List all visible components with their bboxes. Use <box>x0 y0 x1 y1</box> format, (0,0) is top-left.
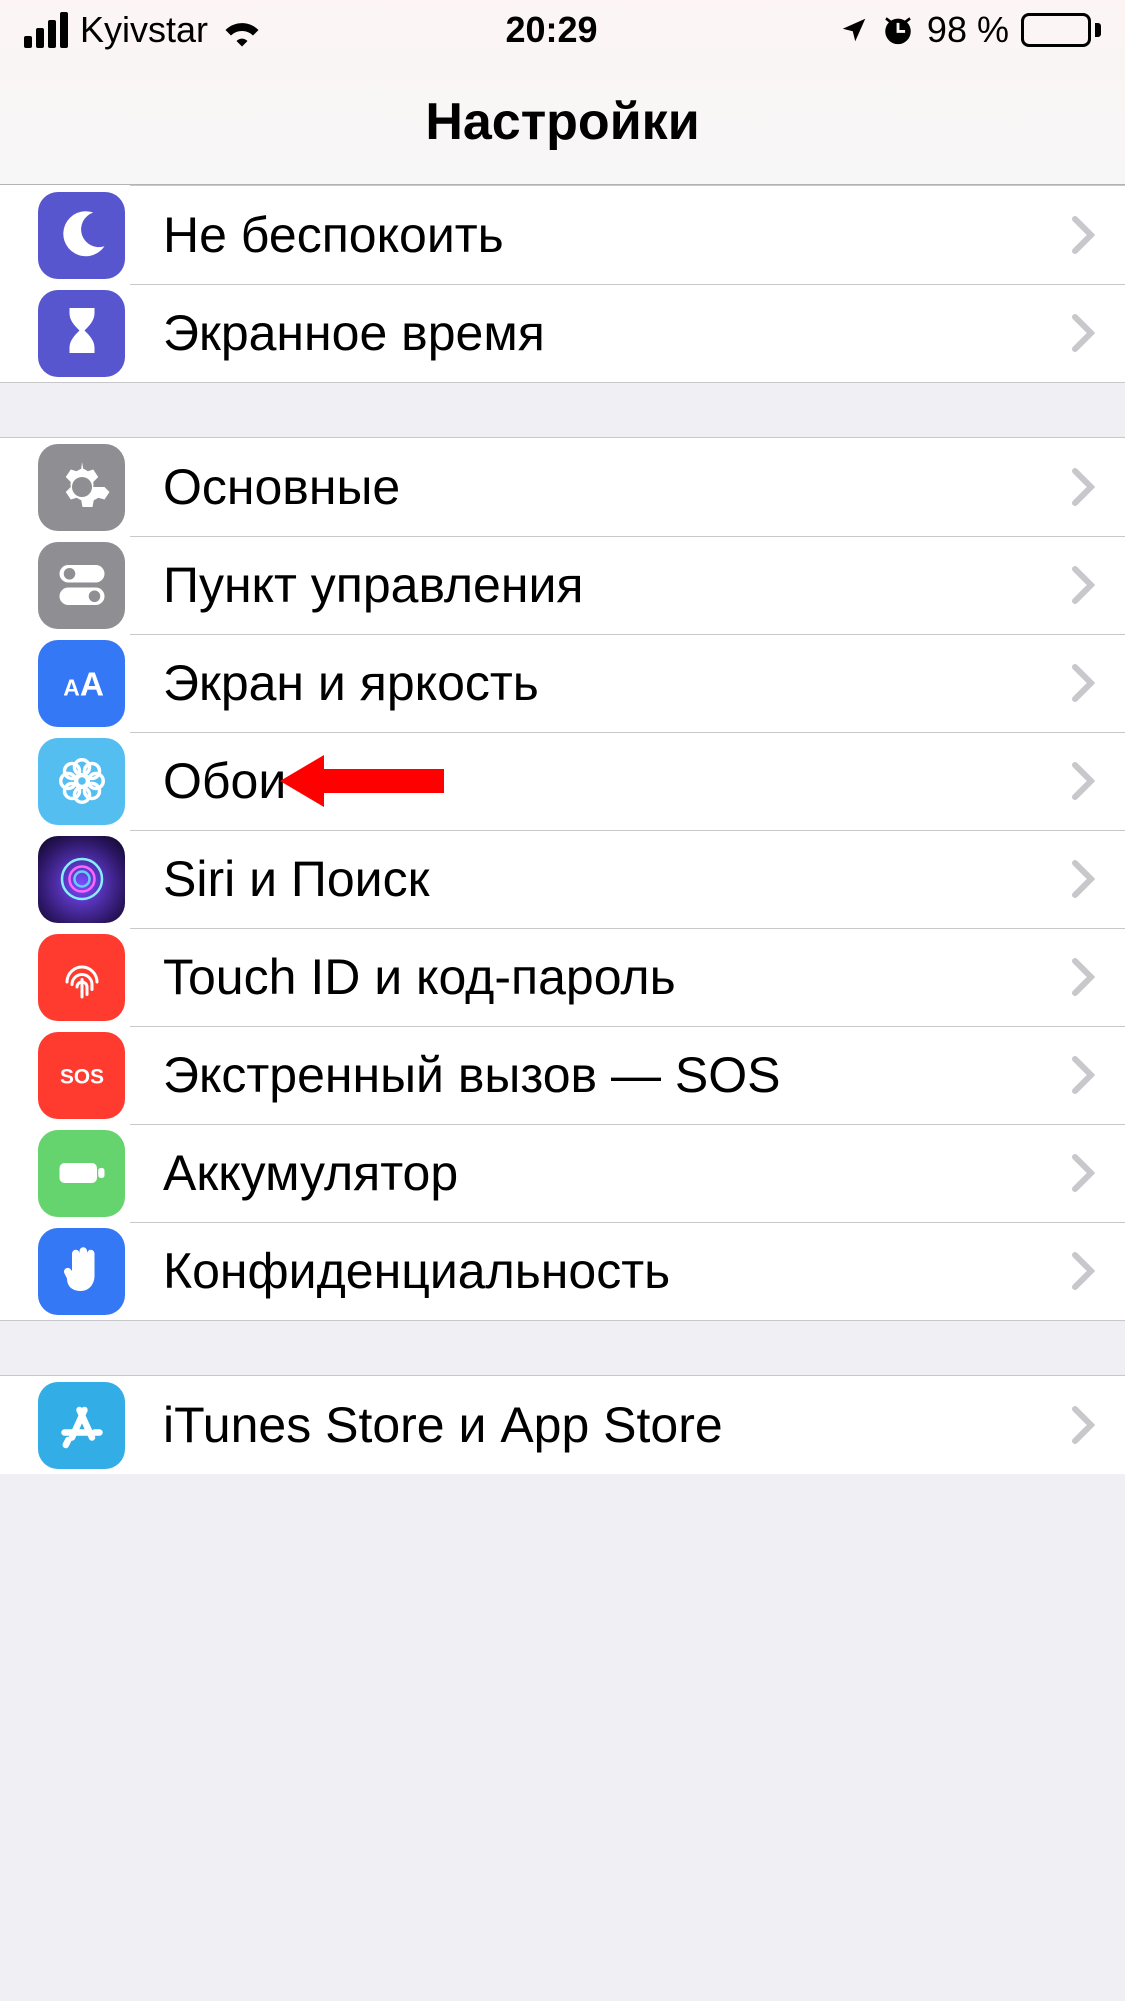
sos-icon: SOS <box>38 1032 125 1119</box>
alarm-icon <box>881 13 915 47</box>
battery-icon <box>38 1130 125 1217</box>
status-time: 20:29 <box>505 9 597 51</box>
battery-icon <box>1021 13 1101 47</box>
row-label: iTunes Store и App Store <box>163 1396 1041 1454</box>
battery-percent: 98 % <box>927 9 1009 51</box>
row-label: Экранное время <box>163 304 1041 362</box>
row-general[interactable]: Основные <box>0 438 1125 536</box>
chevron-right-icon <box>1041 957 1125 997</box>
chevron-right-icon <box>1041 1405 1125 1445</box>
wifi-icon <box>220 13 264 47</box>
chevron-right-icon <box>1041 1153 1125 1193</box>
row-label: Аккумулятор <box>163 1144 1041 1202</box>
carrier-name: Kyivstar <box>80 9 208 51</box>
chevron-right-icon <box>1041 565 1125 605</box>
chevron-right-icon <box>1041 467 1125 507</box>
row-label: Не беспокоить <box>163 206 1041 264</box>
row-battery[interactable]: Аккумулятор <box>0 1124 1125 1222</box>
moon-icon <box>38 192 125 279</box>
status-bar: Kyivstar 20:29 98 % <box>0 0 1125 60</box>
chevron-right-icon <box>1041 1055 1125 1095</box>
svg-text:A: A <box>63 675 80 701</box>
chevron-right-icon <box>1041 663 1125 703</box>
row-control-center[interactable]: Пункт управления <box>0 536 1125 634</box>
chevron-right-icon <box>1041 859 1125 899</box>
toggles-icon <box>38 542 125 629</box>
row-label: Экран и яркость <box>163 654 1041 712</box>
row-emergency-sos[interactable]: SOS Экстренный вызов — SOS <box>0 1026 1125 1124</box>
row-screen-time[interactable]: Экранное время <box>0 284 1125 382</box>
row-label: Основные <box>163 458 1041 516</box>
flower-icon <box>38 738 125 825</box>
row-siri-search[interactable]: Siri и Поиск <box>0 830 1125 928</box>
status-left: Kyivstar <box>24 9 264 51</box>
chevron-right-icon <box>1041 761 1125 801</box>
settings-group-2: Основные Пункт управления AA Экран и ярк… <box>0 437 1125 1321</box>
row-display-brightness[interactable]: AA Экран и яркость <box>0 634 1125 732</box>
row-label: Экстренный вызов — SOS <box>163 1046 1041 1104</box>
app-store-icon <box>38 1382 125 1469</box>
settings-group-1: Не беспокоить Экранное время <box>0 185 1125 383</box>
cellular-signal-icon <box>24 12 68 48</box>
hourglass-icon <box>38 290 125 377</box>
row-wallpaper[interactable]: Обои <box>0 732 1125 830</box>
chevron-right-icon <box>1041 215 1125 255</box>
svg-text:SOS: SOS <box>60 1065 104 1088</box>
chevron-right-icon <box>1041 313 1125 353</box>
hand-icon <box>38 1228 125 1315</box>
page-title: Настройки <box>0 60 1125 185</box>
row-label: Конфиденциальность <box>163 1242 1041 1300</box>
svg-text:A: A <box>79 667 103 704</box>
gear-icon <box>38 444 125 531</box>
siri-icon <box>38 836 125 923</box>
location-icon <box>839 15 869 45</box>
row-touch-id[interactable]: Touch ID и код-пароль <box>0 928 1125 1026</box>
status-right: 98 % <box>839 9 1101 51</box>
text-size-icon: AA <box>38 640 125 727</box>
chevron-right-icon <box>1041 1251 1125 1291</box>
row-label: Siri и Поиск <box>163 850 1041 908</box>
row-label: Пункт управления <box>163 556 1041 614</box>
row-do-not-disturb[interactable]: Не беспокоить <box>0 186 1125 284</box>
annotation-arrow-icon <box>280 755 444 807</box>
fingerprint-icon <box>38 934 125 1021</box>
settings-group-3: iTunes Store и App Store <box>0 1375 1125 1474</box>
row-privacy[interactable]: Конфиденциальность <box>0 1222 1125 1320</box>
row-itunes-app-store[interactable]: iTunes Store и App Store <box>0 1376 1125 1474</box>
row-label: Touch ID и код-пароль <box>163 948 1041 1006</box>
